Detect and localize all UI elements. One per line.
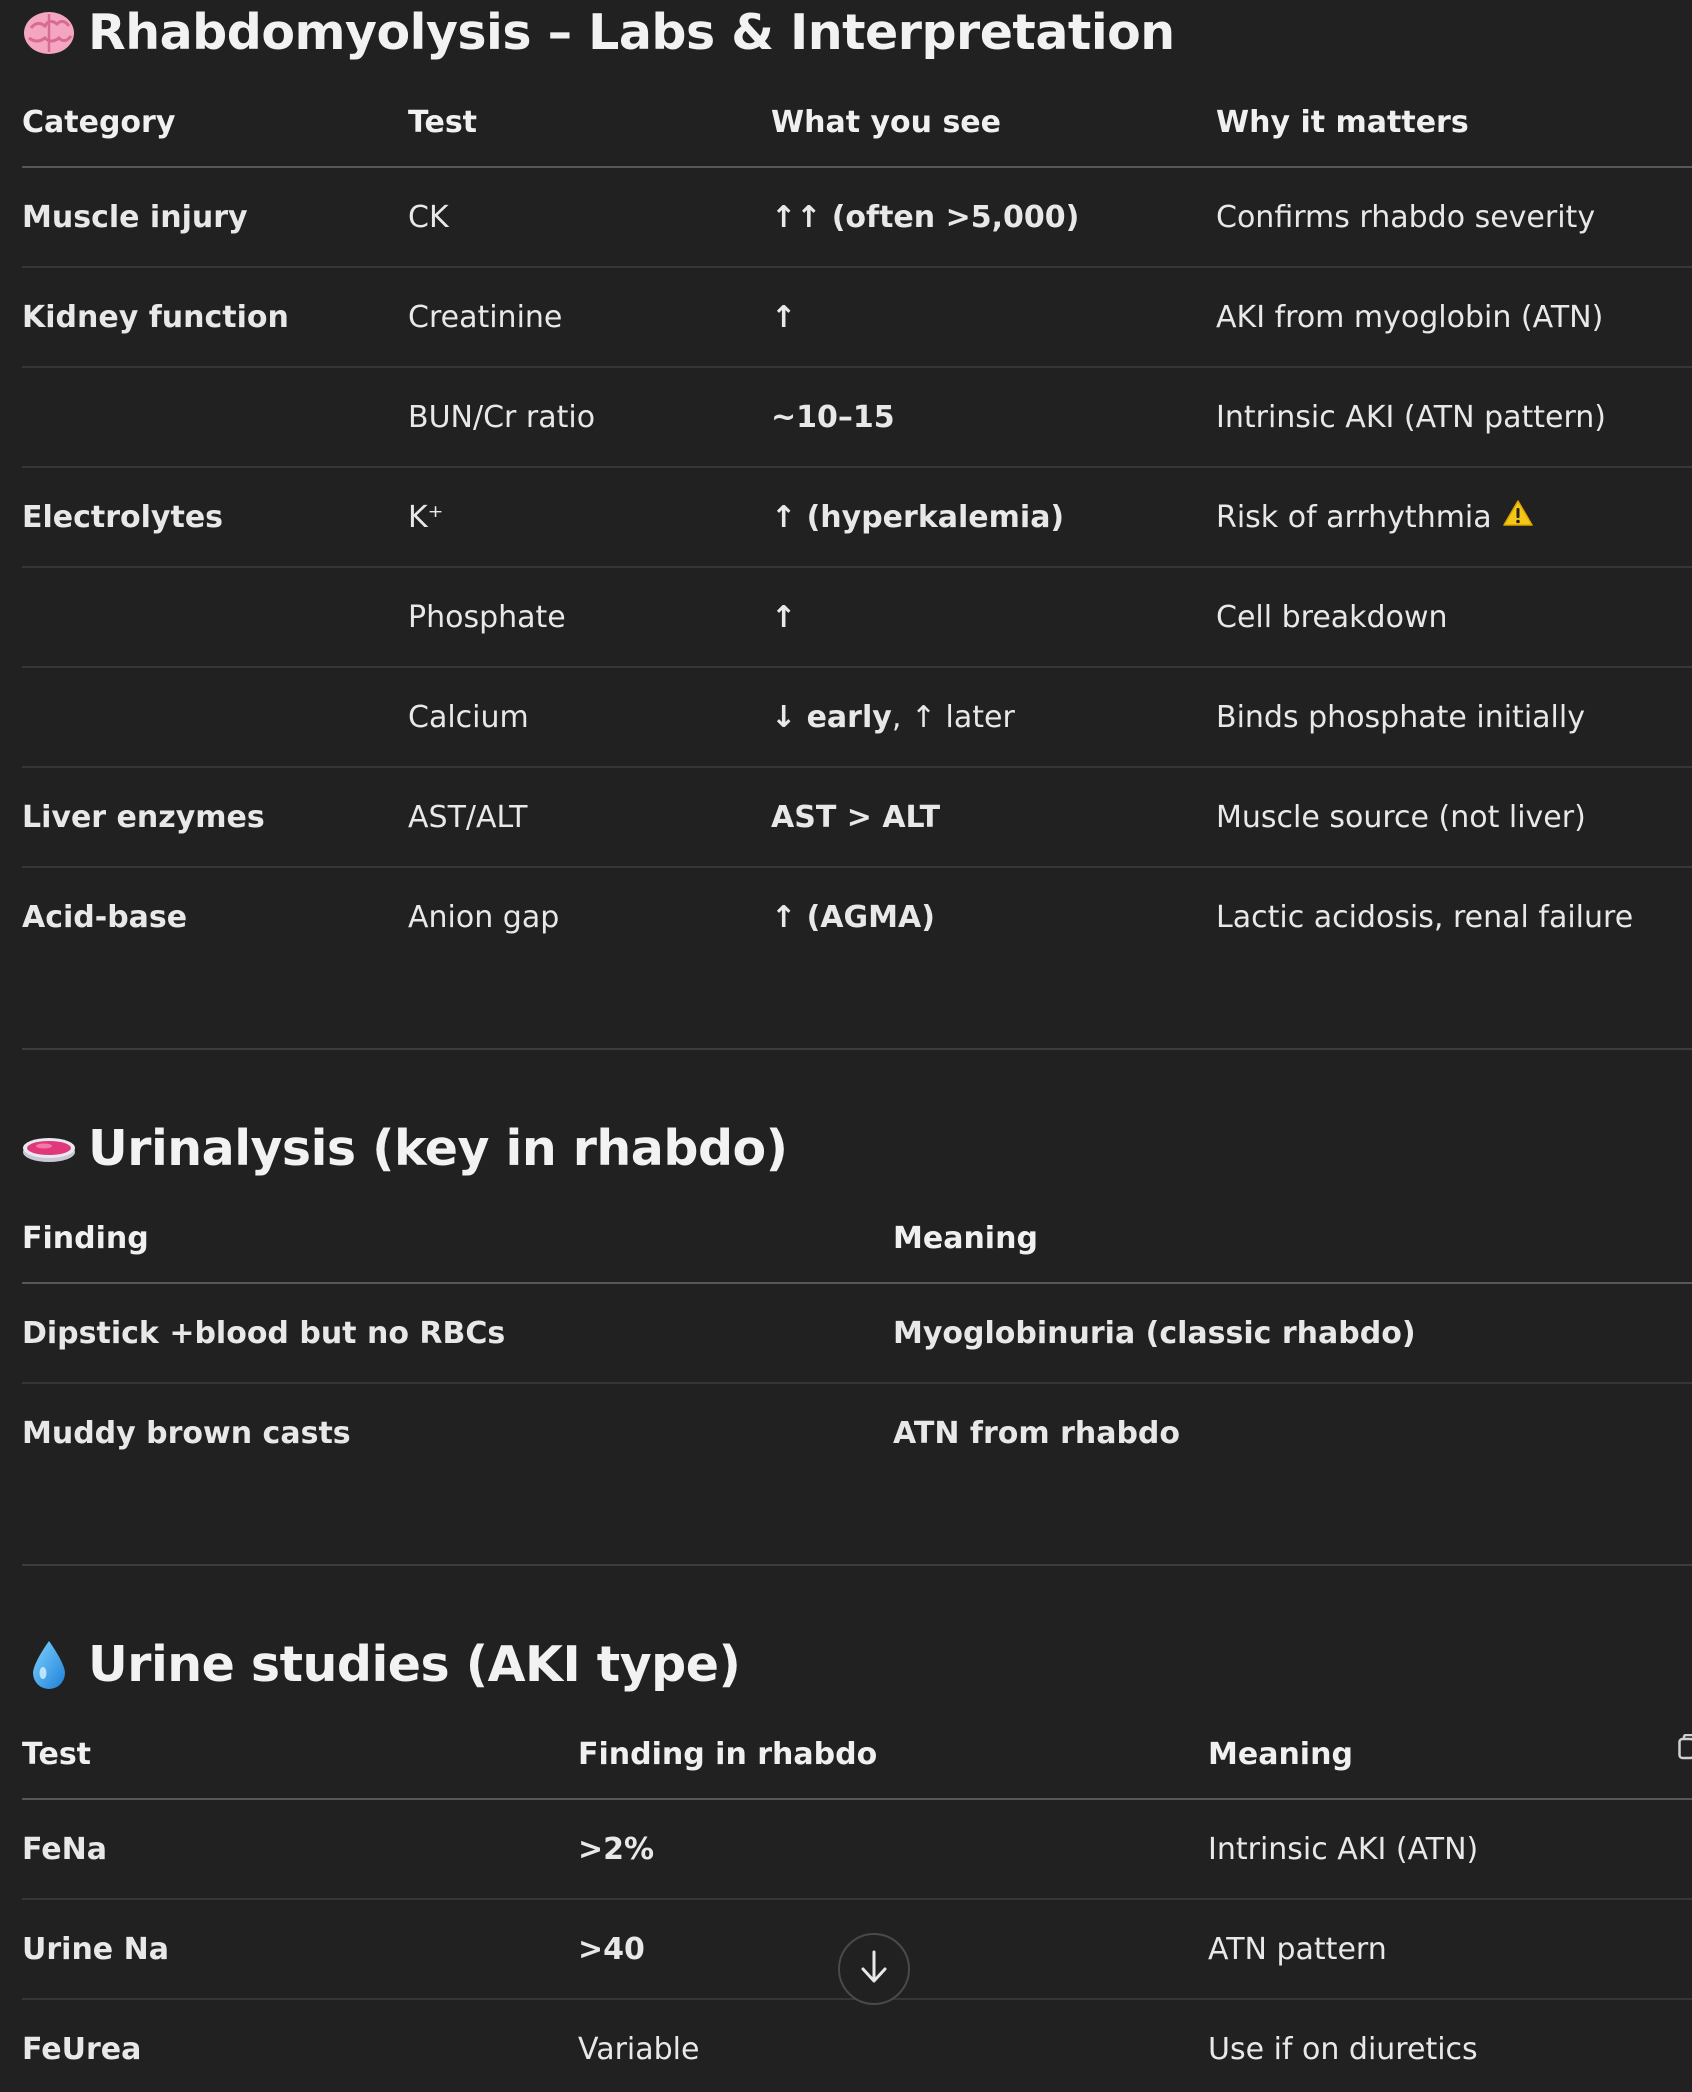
section-divider bbox=[22, 1048, 1692, 1050]
finding-cell: Muddy brown casts bbox=[22, 1415, 351, 1451]
finding-cell: Variable bbox=[578, 2031, 700, 2067]
see-cell: AST > ALT bbox=[771, 799, 941, 835]
finding-cell: >40 bbox=[578, 1931, 645, 1967]
arrow-down-icon bbox=[858, 1949, 890, 1989]
column-header-what-you-see: What you see bbox=[771, 104, 1001, 140]
table-row: Muscle injury CK ↑↑ (often >5,000) Confi… bbox=[22, 168, 1692, 268]
finding-cell: >2% bbox=[578, 1831, 655, 1867]
see-cell: ~10–15 bbox=[771, 399, 895, 435]
petri-dish-icon bbox=[22, 1122, 76, 1176]
column-header-test: Test bbox=[22, 1736, 92, 1772]
test-cell: FeUrea bbox=[22, 2031, 142, 2067]
table-row: Dipstick +blood but no RBCs Myoglobinuri… bbox=[22, 1284, 1692, 1384]
category-cell: Muscle injury bbox=[22, 199, 248, 235]
why-cell: Intrinsic AKI (ATN pattern) bbox=[1216, 399, 1607, 435]
test-cell: AST/ALT bbox=[408, 799, 528, 835]
see-cell: ↓ early , ↑ later bbox=[771, 668, 1015, 766]
column-header-why-it-matters: Why it matters bbox=[1216, 104, 1469, 140]
see-rest-part: , ↑ later bbox=[891, 699, 1015, 735]
table-row: Calcium ↓ early , ↑ later Binds phosphat… bbox=[22, 668, 1692, 768]
scroll-down-button[interactable] bbox=[838, 1933, 910, 2005]
test-cell: K⁺ bbox=[408, 499, 444, 535]
meaning-cell: Myoglobinuria (classic rhabdo) bbox=[893, 1315, 1416, 1351]
column-header-finding: Finding bbox=[22, 1220, 149, 1256]
section-title: Urine studies (AKI type) bbox=[88, 1636, 741, 1693]
section-heading-urine-studies: Urine studies (AKI type) bbox=[22, 1636, 741, 1693]
table-row: Electrolytes K⁺ ↑ (hyperkalemia) Risk of… bbox=[22, 468, 1692, 568]
why-cell: Lactic acidosis, renal failure bbox=[1216, 899, 1634, 935]
section-title: Urinalysis (key in rhabdo) bbox=[88, 1120, 788, 1177]
test-cell: Phosphate bbox=[408, 599, 566, 635]
labs-table: Category Test What you see Why it matter… bbox=[22, 78, 1692, 966]
droplet-icon bbox=[22, 1638, 76, 1692]
why-cell: AKI from myoglobin (ATN) bbox=[1216, 299, 1604, 335]
see-cell: ↑↑ (often >5,000) bbox=[771, 199, 1080, 235]
column-header-finding-in-rhabdo: Finding in rhabdo bbox=[578, 1736, 878, 1772]
urine-studies-table: Test Finding in rhabdo Meaning FeNa >2% … bbox=[22, 1710, 1692, 2092]
section-heading-urinalysis: Urinalysis (key in rhabdo) bbox=[22, 1120, 788, 1177]
test-cell: Calcium bbox=[408, 699, 529, 735]
see-cell: ↑ (hyperkalemia) bbox=[771, 499, 1065, 535]
brain-icon bbox=[22, 6, 76, 60]
table-header-row: Test Finding in rhabdo Meaning bbox=[22, 1710, 1692, 1800]
table-row: Phosphate ↑ Cell breakdown bbox=[22, 568, 1692, 668]
copy-icon[interactable] bbox=[1678, 1733, 1692, 1760]
why-cell: Confirms rhabdo severity bbox=[1216, 199, 1596, 235]
why-cell: Risk of arrhythmia bbox=[1216, 468, 1534, 566]
table-row: FeUrea Variable Use if on diuretics bbox=[22, 2000, 1692, 2092]
category-cell: Acid-base bbox=[22, 899, 188, 935]
table-header-row: Category Test What you see Why it matter… bbox=[22, 78, 1692, 168]
see-bold-part: ↓ early bbox=[771, 699, 892, 735]
meaning-cell: Intrinsic AKI (ATN) bbox=[1208, 1831, 1479, 1867]
section-divider bbox=[22, 1564, 1692, 1566]
column-header-meaning: Meaning bbox=[1208, 1736, 1353, 1772]
table-row: Kidney function Creatinine ↑ AKI from my… bbox=[22, 268, 1692, 368]
section-heading-rhabdo-labs: Rhabdomyolysis – Labs & Interpretation bbox=[22, 4, 1175, 61]
chat-content: Rhabdomyolysis – Labs & Interpretation C… bbox=[0, 0, 1692, 2092]
finding-cell: Dipstick +blood but no RBCs bbox=[22, 1315, 506, 1351]
category-cell: Kidney function bbox=[22, 299, 289, 335]
table-row: FeNa >2% Intrinsic AKI (ATN) bbox=[22, 1800, 1692, 1900]
warning-icon bbox=[1502, 499, 1534, 535]
meaning-cell: ATN pattern bbox=[1208, 1931, 1387, 1967]
category-cell: Liver enzymes bbox=[22, 799, 265, 835]
meaning-cell: Use if on diuretics bbox=[1208, 2031, 1478, 2067]
test-cell: FeNa bbox=[22, 1831, 107, 1867]
column-header-meaning: Meaning bbox=[893, 1220, 1038, 1256]
table-header-row: Finding Meaning bbox=[22, 1194, 1692, 1284]
urinalysis-table: Finding Meaning Dipstick +blood but no R… bbox=[22, 1194, 1692, 1482]
test-cell: BUN/Cr ratio bbox=[408, 399, 596, 435]
section-title: Rhabdomyolysis – Labs & Interpretation bbox=[88, 4, 1175, 61]
why-cell: Muscle source (not liver) bbox=[1216, 799, 1586, 835]
column-header-category: Category bbox=[22, 104, 176, 140]
test-cell: Urine Na bbox=[22, 1931, 169, 1967]
column-header-test: Test bbox=[408, 104, 478, 140]
table-row: Muddy brown casts ATN from rhabdo bbox=[22, 1384, 1692, 1482]
test-cell: Anion gap bbox=[408, 899, 560, 935]
table-row: Acid-base Anion gap ↑ (AGMA) Lactic acid… bbox=[22, 868, 1692, 966]
why-text: Risk of arrhythmia bbox=[1216, 499, 1492, 535]
see-cell: ↑ bbox=[771, 299, 797, 335]
why-cell: Cell breakdown bbox=[1216, 599, 1448, 635]
test-cell: Creatinine bbox=[408, 299, 563, 335]
table-row: BUN/Cr ratio ~10–15 Intrinsic AKI (ATN p… bbox=[22, 368, 1692, 468]
meaning-cell: ATN from rhabdo bbox=[893, 1415, 1181, 1451]
see-cell: ↑ bbox=[771, 599, 797, 635]
why-cell: Binds phosphate initially bbox=[1216, 699, 1585, 735]
test-cell: CK bbox=[408, 199, 449, 235]
table-row: Liver enzymes AST/ALT AST > ALT Muscle s… bbox=[22, 768, 1692, 868]
see-cell: ↑ (AGMA) bbox=[771, 899, 935, 935]
category-cell: Electrolytes bbox=[22, 499, 224, 535]
